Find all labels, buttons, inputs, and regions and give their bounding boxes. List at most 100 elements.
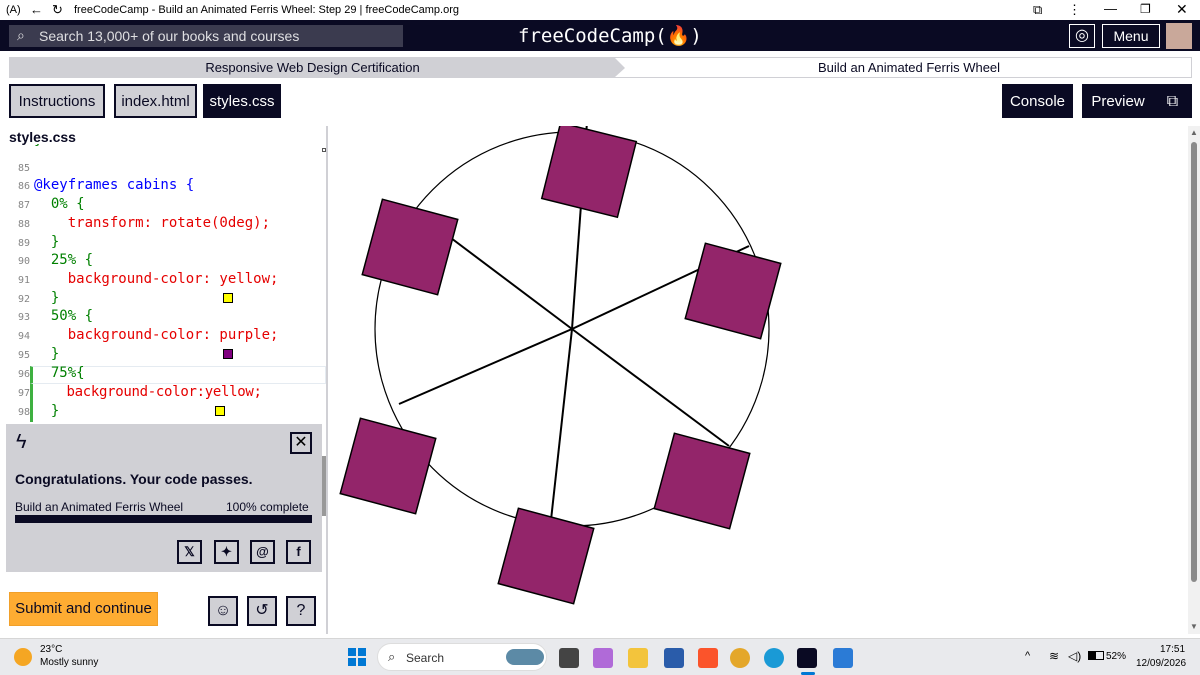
line-number: 84 [0, 144, 30, 147]
purple-swatch-icon[interactable] [223, 349, 233, 359]
code-line[interactable]: @keyframes cabins { [34, 177, 194, 193]
code-line[interactable]: background-color:yellow; [34, 384, 262, 400]
more-options-icon[interactable]: ⋮ [1068, 2, 1081, 18]
code-line[interactable]: 75%{ [34, 365, 85, 381]
file-explorer-icon[interactable] [628, 648, 648, 668]
scrollbar-thumb[interactable] [1191, 142, 1197, 582]
changed-lines-marker [30, 384, 33, 422]
ask-question-icon[interactable]: ? [286, 596, 316, 626]
scroll-down-icon[interactable]: ▼ [1190, 622, 1198, 631]
line-number: 93 [17, 312, 30, 323]
preview-button[interactable]: Preview [1082, 84, 1154, 118]
reload-icon[interactable]: ↻ [52, 2, 63, 18]
success-panel: ϟ ✕ Congratulations. Your code passes. B… [6, 424, 322, 572]
lightning-icon: ϟ [16, 431, 27, 453]
code-line[interactable]: } [34, 234, 59, 250]
breadcrumb-certification[interactable]: Responsive Web Design Certification [10, 58, 615, 77]
code-line[interactable]: 25% { [34, 252, 93, 268]
tab-instructions[interactable]: Instructions [9, 84, 105, 118]
line-number: 85 [17, 163, 30, 174]
battery-percent: 52% [1106, 651, 1127, 662]
close-window-icon[interactable]: ✕ [1176, 1, 1188, 18]
taskbar-search[interactable]: ⌕ Search [377, 643, 547, 671]
tab-index-html[interactable]: index.html [114, 84, 197, 118]
task-view-icon[interactable] [559, 648, 579, 668]
avatar[interactable] [1166, 23, 1192, 49]
code-area[interactable]: 84 } 85 86 @keyframes cabins { 87 0% { 8… [0, 144, 326, 424]
language-globe-icon[interactable]: ◎ [1069, 24, 1095, 48]
search-input[interactable]: ⌕ Search 13,000+ of our books and course… [9, 25, 403, 47]
code-line[interactable]: background-color: purple; [34, 327, 279, 343]
close-panel-button[interactable]: ✕ [290, 432, 312, 454]
code-line[interactable]: } [34, 144, 42, 148]
yellow-swatch-icon[interactable] [223, 293, 233, 303]
search-icon: ⌕ [388, 649, 396, 664]
line-number: 95 [17, 350, 30, 361]
popout-preview-icon[interactable]: ⧉ [1153, 84, 1192, 118]
line-number: 88 [17, 219, 30, 230]
console-button[interactable]: Console [1002, 84, 1073, 118]
wifi-icon[interactable]: ≋ [1049, 649, 1059, 663]
code-line[interactable]: } [34, 290, 59, 306]
windows-start-icon[interactable] [348, 648, 366, 666]
ferris-wheel-preview [339, 126, 782, 605]
freecodecamp-logo[interactable]: freeCodeCamp(🔥) [518, 24, 702, 47]
code-line[interactable]: } [34, 403, 59, 419]
share-threads-icon[interactable]: @ [250, 540, 275, 564]
back-arrow-icon[interactable]: ← [30, 2, 43, 17]
code-line[interactable]: 50% { [34, 308, 93, 324]
tab-styles-css[interactable]: styles.css [203, 84, 281, 118]
volume-icon[interactable]: ◁) [1068, 649, 1081, 663]
preview-pane[interactable] [331, 126, 1188, 634]
extensions-icon[interactable]: ⧉ [1033, 2, 1042, 18]
chevron-up-icon[interactable]: ^ [1025, 650, 1030, 662]
copilot-icon[interactable] [593, 648, 613, 668]
code-line[interactable]: transform: rotate(0deg); [34, 215, 270, 231]
clock-time[interactable]: 17:51 [1160, 644, 1185, 655]
chrome-icon[interactable] [730, 648, 750, 668]
ferris-cabin [339, 417, 437, 515]
search-icon: ⌕ [17, 27, 25, 43]
scroll-up-icon[interactable]: ▲ [1190, 128, 1198, 137]
line-number: 86 [17, 181, 30, 192]
brave-browser-icon[interactable] [698, 648, 718, 668]
menu-button[interactable]: Menu [1102, 24, 1160, 48]
vscode-icon[interactable] [833, 648, 853, 668]
code-line[interactable]: 0% { [34, 196, 85, 212]
search-placeholder: Search 13,000+ of our books and courses [39, 28, 300, 44]
minimize-icon[interactable]: — [1104, 1, 1117, 16]
ferris-cabin [684, 242, 782, 340]
breadcrumb-project[interactable]: Build an Animated Ferris Wheel [626, 58, 1192, 77]
search-highlight-icon [506, 649, 544, 665]
share-bluesky-icon[interactable]: ✦ [214, 540, 239, 564]
success-message: Congratulations. Your code passes. [15, 471, 253, 487]
freecodecamp-app-icon[interactable] [797, 648, 817, 668]
share-x-icon[interactable]: 𝕏 [177, 540, 202, 564]
clock-date[interactable]: 12/09/2026 [1136, 658, 1186, 669]
wheel-spoke [442, 231, 573, 330]
get-help-icon[interactable]: ☺ [208, 596, 238, 626]
line-number: 94 [17, 331, 30, 342]
weather-desc[interactable]: Mostly sunny [40, 657, 98, 668]
battery-icon[interactable] [1088, 651, 1104, 660]
yellow-swatch-icon[interactable] [215, 406, 225, 416]
restore-icon[interactable]: ❐ [1140, 2, 1151, 16]
submit-and-continue-button[interactable]: Submit and continue [9, 592, 158, 626]
edge-icon[interactable] [764, 648, 784, 668]
code-line[interactable]: background-color: yellow; [34, 271, 279, 287]
code-line[interactable]: } [34, 346, 59, 362]
line-number: 92 [17, 294, 30, 305]
line-number: 91 [17, 275, 30, 286]
store-icon[interactable] [664, 648, 684, 668]
ferris-cabin [497, 507, 595, 605]
share-facebook-icon[interactable]: f [286, 540, 311, 564]
preview-scrollbar[interactable]: ▲ ▼ [1188, 126, 1200, 634]
browser-title-bar: (A) ← ↻ freeCodeCamp - Build an Animated… [0, 0, 1200, 20]
line-number: 90 [17, 256, 30, 267]
reset-icon[interactable]: ↺ [247, 596, 277, 626]
weather-temp[interactable]: 23°C [40, 644, 62, 655]
profile-label[interactable]: (A) [6, 4, 21, 16]
weather-sun-icon[interactable] [14, 648, 32, 666]
progress-project-label: Build an Animated Ferris Wheel [15, 500, 184, 514]
line-number: 87 [17, 200, 30, 211]
